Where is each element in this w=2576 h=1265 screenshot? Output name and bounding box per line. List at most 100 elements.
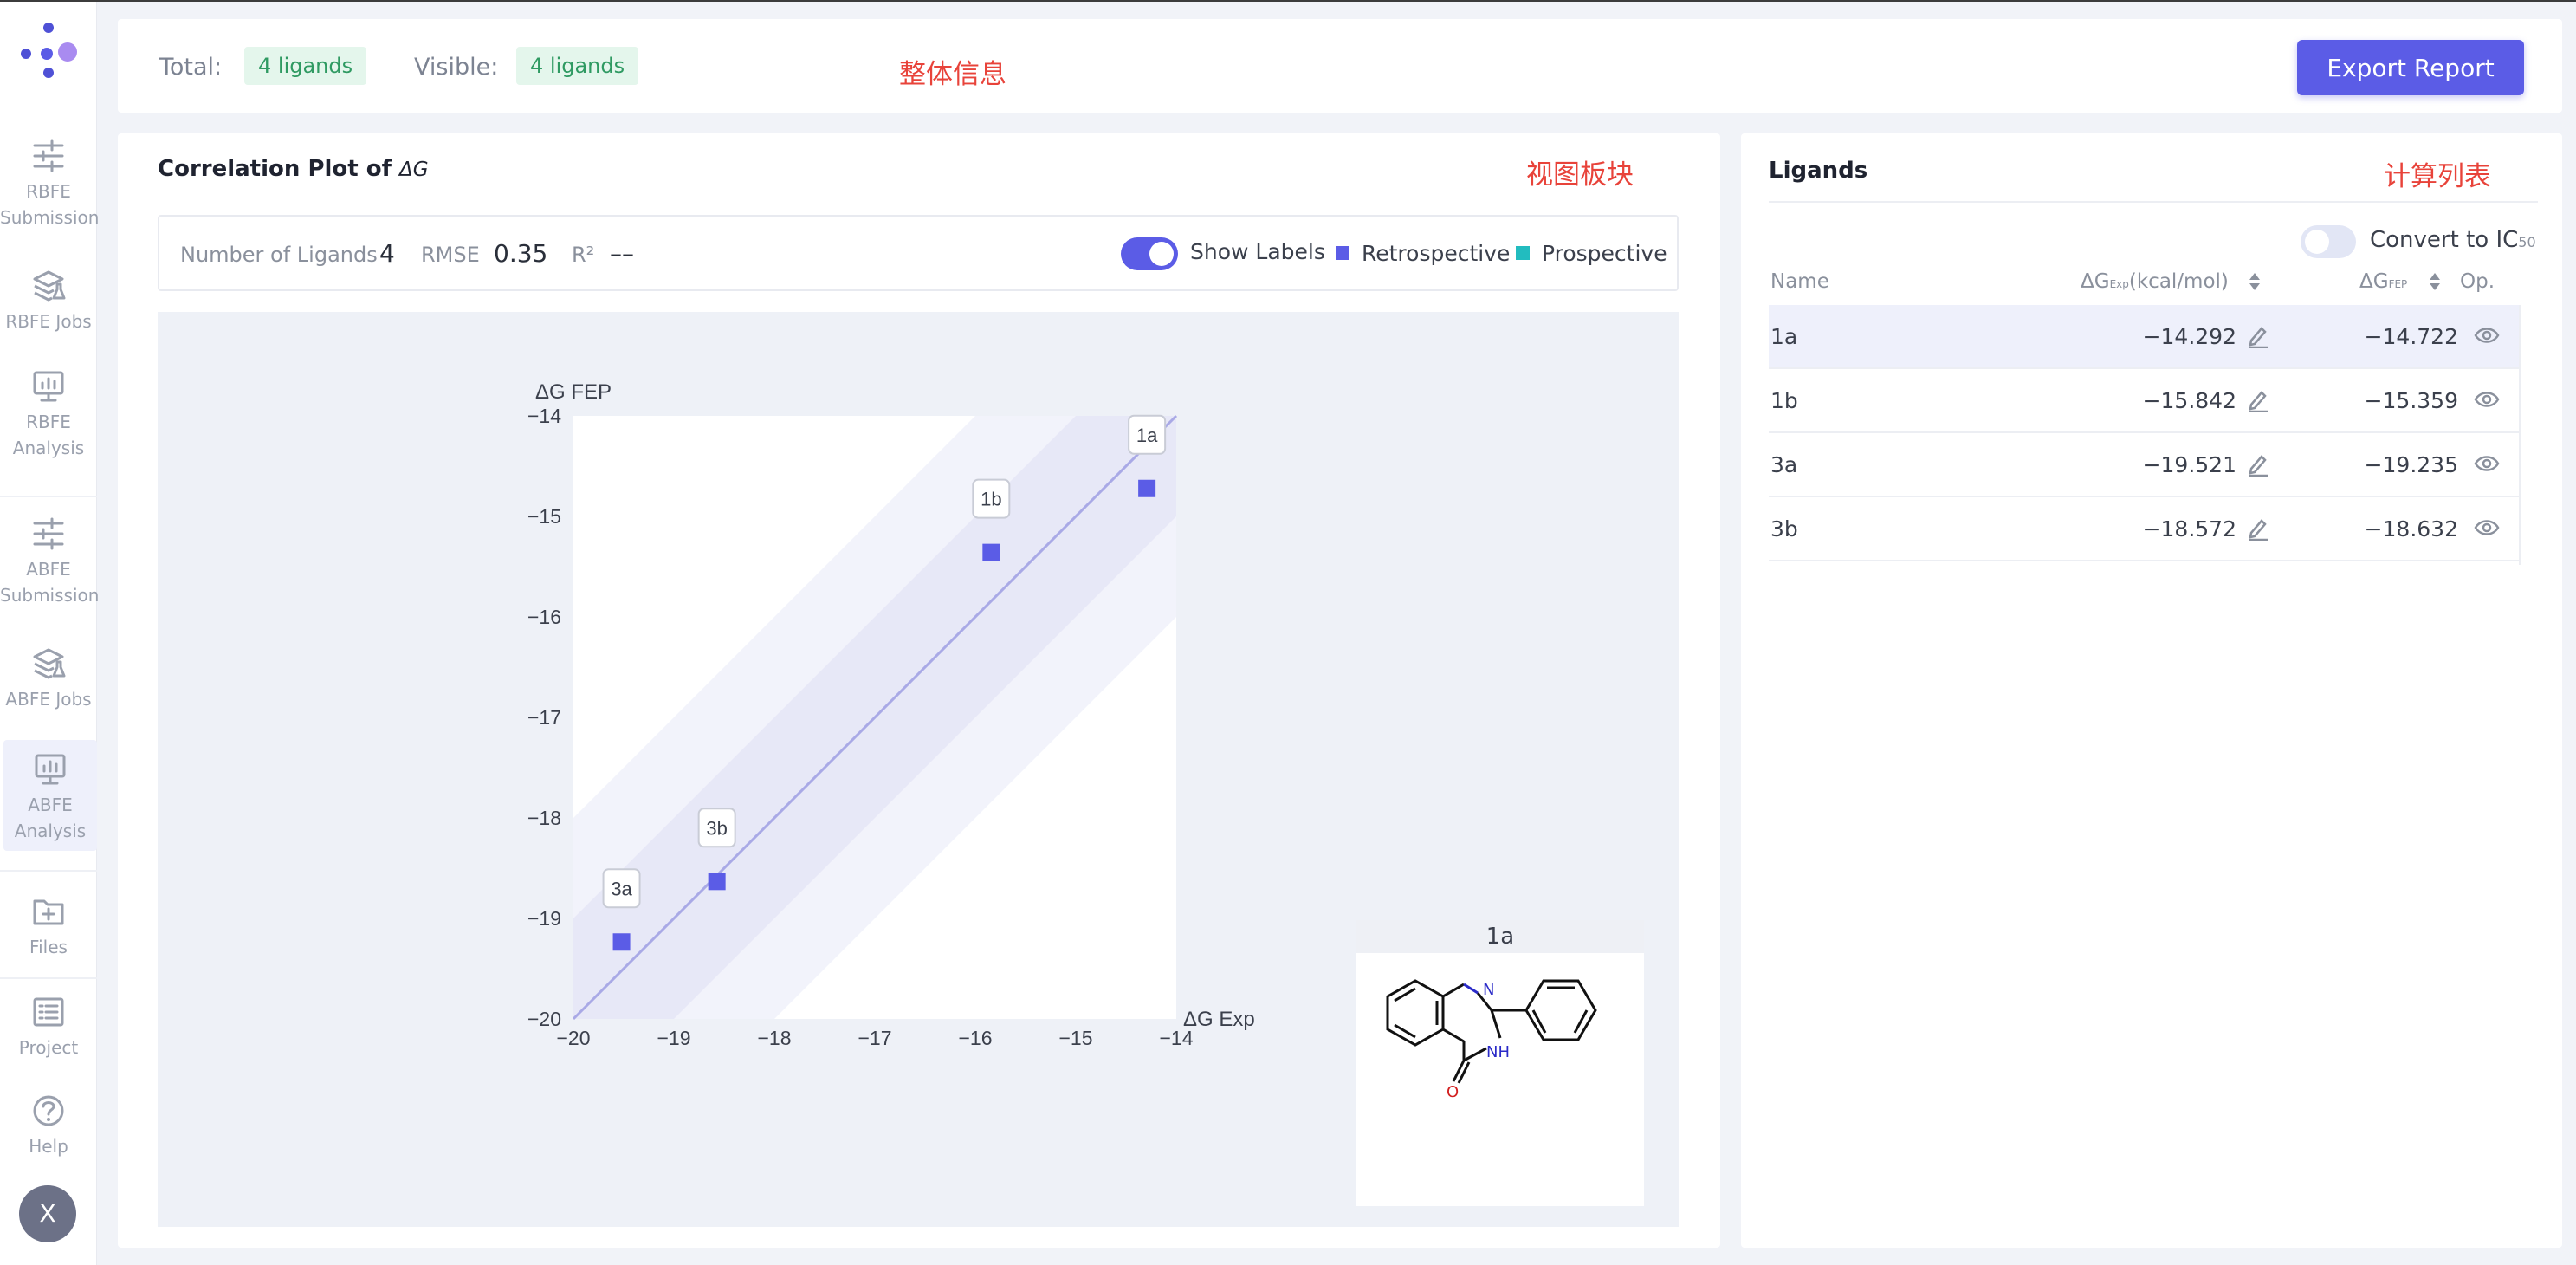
sidebar-item-rbfe-jobs[interactable]: RBFE Jobs [0,269,97,334]
sidebar-item-label: ABFE Jobs [5,689,92,710]
plot-annotation: 视图板块 [1526,159,1634,191]
x-tick-label: −16 [958,1027,992,1049]
num-ligands-value: 4 [379,239,395,268]
col-header-op: Op. [2460,270,2495,293]
show-labels-label: Show Labels [1190,239,1325,264]
x-tick-label: −19 [657,1027,690,1049]
edit-icon[interactable] [2247,516,2269,541]
legend-prospective[interactable]: Prospective [1542,241,1667,266]
molecule-structure-image: N NH O [1386,979,1597,1101]
table-row[interactable]: 1b −15.842 −15.359 [1769,369,2519,433]
sidebar-item-abfe-analysis[interactable]: ABFE Analysis [3,740,97,851]
svg-text:NH: NH [1486,1043,1510,1061]
sidebar-item-abfe-submission[interactable]: ABFE Submission [0,516,99,608]
export-report-button[interactable]: Export Report [2297,40,2524,95]
sort-icon[interactable] [2249,272,2261,291]
legend-retrospective[interactable]: Retrospective [1362,241,1510,266]
cell-name: 1b [1770,388,1798,413]
convert-subscript: 50 [2518,234,2536,250]
table-scrollbar[interactable] [2519,305,2545,565]
total-label: Total: [159,54,223,81]
cell-fep: −15.359 [2364,388,2458,413]
sidebar-divider [0,496,97,497]
header-annotation: 整体信息 [899,59,1006,90]
sliders-icon [33,517,64,550]
sidebar-divider [0,870,97,872]
ligands-annotation: 计算列表 [2384,161,2491,192]
table-row[interactable]: 1a −14.292 −14.722 [1769,305,2519,369]
eye-icon[interactable] [2474,390,2500,409]
toggle-knob [2305,230,2329,254]
edit-icon[interactable] [2247,324,2269,348]
sidebar-item-files[interactable]: Files [0,894,97,960]
y-tick-label: −16 [527,606,561,628]
legend-swatch-prospective [1516,246,1530,260]
x-tick-label: −20 [556,1027,590,1049]
edit-icon[interactable] [2247,452,2269,477]
svg-text:O: O [1447,1083,1459,1101]
eye-icon[interactable] [2474,326,2500,345]
convert-text: Convert to IC [2370,227,2519,253]
visible-label: Visible: [414,54,499,81]
y-tick-label: −19 [527,907,561,930]
flask-stack-icon [33,648,66,679]
sidebar-item-label: RBFE [26,412,71,432]
flask-stack-icon [33,270,66,302]
plot-panel-title: Correlation Plot of ΔG [158,156,429,182]
sidebar-item-label: ABFE [28,795,73,815]
x-axis-label: ΔG Exp [1183,1008,1255,1031]
sidebar-item-label: Help [29,1136,68,1157]
point-label: 3a [611,878,632,899]
sidebar-item-rbfe-analysis[interactable]: RBFE Analysis [0,369,97,461]
avatar[interactable]: X [19,1185,76,1242]
folder-add-icon [33,899,64,925]
app-logo-icon[interactable] [16,19,85,81]
sort-icon[interactable] [2429,272,2441,291]
total-badge: 4 ligands [244,47,367,85]
help-circle-icon [33,1095,64,1126]
eye-icon[interactable] [2474,518,2500,537]
cell-fep: −19.235 [2364,452,2458,477]
convert-ic50-toggle[interactable] [2301,225,2356,258]
stats-bar: Number of Ligands 4 RMSE 0.35 R² –– Show… [158,215,1679,291]
eye-icon[interactable] [2474,454,2500,473]
sidebar-item-label: Analysis [14,821,87,841]
rmse-value: 0.35 [494,239,548,268]
sidebar-item-help[interactable]: Help [0,1093,97,1159]
y-tick-label: −14 [527,405,561,427]
cell-name: 3b [1770,516,1798,542]
show-labels-toggle[interactable] [1121,237,1178,270]
correlation-plot-panel: Correlation Plot of ΔG 视图板块 Number of Li… [118,133,1720,1248]
x-tick-label: −18 [757,1027,791,1049]
toggle-knob [1149,242,1174,266]
sidebar-item-rbfe-submission[interactable]: RBFE Submission [0,139,99,230]
col-header-name: Name [1770,270,1829,293]
table-row[interactable]: 3a −19.521 −19.235 [1769,433,2519,497]
x-tick-label: −15 [1058,1027,1092,1049]
point-label: 3b [706,817,727,839]
monitor-chart-icon [33,371,64,402]
data-point [708,873,726,891]
cell-exp: −18.572 [2142,516,2236,542]
sidebar-item-abfe-jobs[interactable]: ABFE Jobs [0,646,97,712]
edit-icon[interactable] [2247,388,2269,412]
plot-area: −20 −19 −18 −17 −16 −15 −14 −20 −19 −18 −17 −16 −15−… [158,312,1679,1227]
col-header-exp-symbol: ΔG [2081,270,2110,293]
sidebar-divider [0,977,97,979]
col-header-fep-sub: FEP [2388,278,2408,290]
col-header-exp[interactable]: ΔGExp(kcal/mol) [2081,270,2229,293]
y-axis-label: ΔG FEP [535,380,612,404]
cell-fep: −18.632 [2364,516,2458,542]
y-tick-label: −20 [527,1008,561,1030]
r2-label: R² [572,243,595,267]
sidebar-item-project[interactable]: Project [0,995,97,1061]
sidebar-item-label: RBFE [26,181,71,202]
sidebar-item-label: Analysis [12,438,85,458]
col-header-exp-unit: (kcal/mol) [2128,270,2229,293]
structure-preview: 1a N NH O [1356,920,1644,1206]
structure-title: 1a [1356,920,1644,953]
convert-ic50-label: Convert to IC50 [2370,227,2536,253]
col-header-fep[interactable]: ΔGFEP [2359,270,2407,293]
table-row[interactable]: 3b −18.572 −18.632 [1769,497,2519,561]
cell-name: 3a [1770,452,1798,477]
